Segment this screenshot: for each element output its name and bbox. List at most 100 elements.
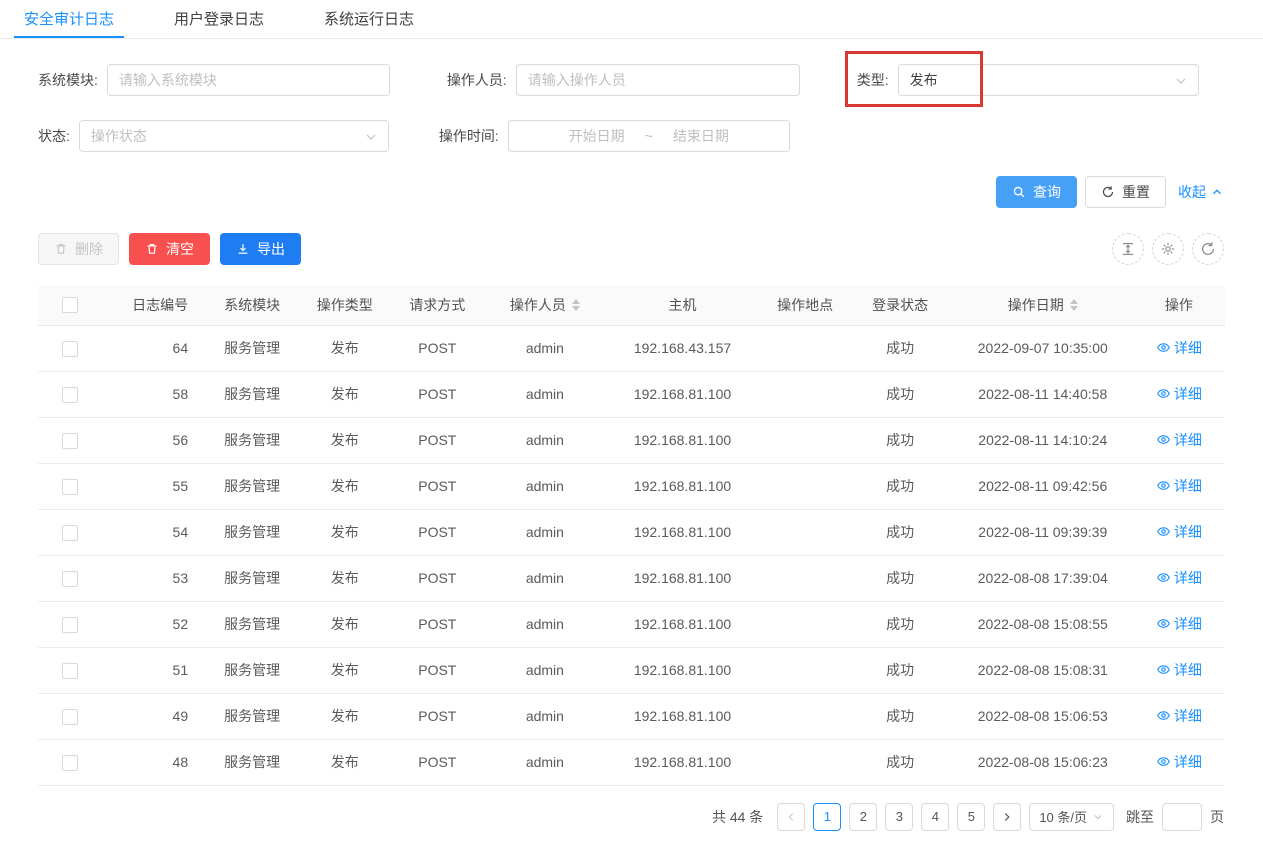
page-button[interactable]: 3 [885,803,913,831]
prev-page-button[interactable] [777,803,805,831]
cell-host: 192.168.81.100 [602,509,762,555]
caret-up-down-icon[interactable] [1070,299,1078,311]
detail-link[interactable]: 详细 [1156,476,1202,496]
page-button[interactable]: 5 [957,803,985,831]
detail-link[interactable]: 详细 [1156,384,1202,404]
cell-host: 192.168.81.100 [602,693,762,739]
cell-location [763,693,848,739]
tab-system-run-log[interactable]: 系统运行日志 [314,0,424,38]
detail-link[interactable]: 详细 [1156,752,1202,772]
cell-location [763,417,848,463]
density-button[interactable] [1112,233,1144,265]
cell-operator: admin [487,693,602,739]
cell-log-id: 54 [102,509,202,555]
column-header-operator[interactable]: 操作人员 [510,295,580,315]
cell-host: 192.168.81.100 [602,555,762,601]
detail-link[interactable]: 详细 [1156,338,1202,358]
detail-link-label: 详细 [1174,706,1202,726]
cell-host: 192.168.81.100 [602,417,762,463]
operator-input[interactable] [516,64,800,96]
collapse-link[interactable]: 收起 [1178,182,1224,202]
row-checkbox[interactable] [62,525,78,541]
row-checkbox[interactable] [62,617,78,633]
detail-link[interactable]: 详细 [1156,430,1202,450]
table-row: 55 服务管理 发布 POST admin 192.168.81.100 成功 … [38,463,1225,509]
cell-module: 服务管理 [202,555,302,601]
cell-login-status: 成功 [848,463,953,509]
eye-icon [1156,340,1171,355]
eye-icon [1156,662,1171,677]
refresh-button[interactable] [1192,233,1224,265]
status-select-placeholder: 操作状态 [91,126,147,146]
row-checkbox[interactable] [62,709,78,725]
settings-button[interactable] [1152,233,1184,265]
row-checkbox[interactable] [62,755,78,771]
date-range-input[interactable]: 开始日期 ~ 结束日期 [508,120,790,152]
download-icon [236,242,250,256]
system-module-label: 系统模块: [38,70,98,90]
cell-module: 服务管理 [202,693,302,739]
row-checkbox[interactable] [62,341,78,357]
cell-method: POST [387,693,487,739]
page-button[interactable]: 4 [921,803,949,831]
row-checkbox[interactable] [62,387,78,403]
row-checkbox[interactable] [62,663,78,679]
filter-operator: 操作人员: [447,64,800,96]
cell-host: 192.168.81.100 [602,463,762,509]
cell-operator: admin [487,647,602,693]
cell-op-type: 发布 [302,371,387,417]
export-button[interactable]: 导出 [220,233,301,265]
cell-operator: admin [487,417,602,463]
cell-location [763,739,848,785]
next-page-button[interactable] [993,803,1021,831]
filter-actions: 查询 重置 收起 [0,176,1263,208]
table-body: 64 服务管理 发布 POST admin 192.168.43.157 成功 … [38,325,1225,785]
cell-operator: admin [487,371,602,417]
status-select[interactable]: 操作状态 [79,120,389,152]
type-select[interactable]: 发布 [898,64,1199,96]
delete-button[interactable]: 删除 [38,233,119,265]
page-button[interactable]: 2 [849,803,877,831]
jump-page-input[interactable] [1162,803,1202,831]
column-header-method: 请求方式 [409,297,465,313]
cell-operator: admin [487,463,602,509]
detail-link-label: 详细 [1174,568,1202,588]
cell-location [763,555,848,601]
cell-method: POST [387,647,487,693]
detail-link[interactable]: 详细 [1156,660,1202,680]
column-header-date[interactable]: 操作日期 [1008,295,1078,315]
detail-link[interactable]: 详细 [1156,522,1202,542]
row-checkbox[interactable] [62,433,78,449]
detail-link-label: 详细 [1174,614,1202,634]
row-checkbox[interactable] [62,571,78,587]
detail-link[interactable]: 详细 [1156,568,1202,588]
range-separator: ~ [645,128,653,144]
cell-log-id: 52 [102,601,202,647]
time-label: 操作时间: [439,126,499,146]
query-button[interactable]: 查询 [996,176,1077,208]
cell-method: POST [387,463,487,509]
reset-button[interactable]: 重置 [1085,176,1166,208]
system-module-input[interactable] [107,64,390,96]
total-count: 共 44 条 [712,807,763,827]
cell-op-type: 发布 [302,555,387,601]
row-checkbox[interactable] [62,479,78,495]
detail-link[interactable]: 详细 [1156,706,1202,726]
page-button[interactable]: 1 [813,803,841,831]
cell-op-type: 发布 [302,325,387,371]
cell-login-status: 成功 [848,739,953,785]
cell-location [763,325,848,371]
tab-security-audit-log[interactable]: 安全审计日志 [14,0,124,38]
column-header-location: 操作地点 [777,297,833,313]
clear-button[interactable]: 清空 [129,233,210,265]
select-all-checkbox[interactable] [62,297,78,313]
tab-user-login-log[interactable]: 用户登录日志 [164,0,274,38]
detail-link[interactable]: 详细 [1156,614,1202,634]
caret-up-down-icon[interactable] [572,299,580,311]
operator-label: 操作人员: [447,70,507,90]
page-size-select[interactable]: 10 条/页 [1029,803,1114,831]
eye-icon [1156,708,1171,723]
table-row: 54 服务管理 发布 POST admin 192.168.81.100 成功 … [38,509,1225,555]
log-table: 日志编号 系统模块 操作类型 请求方式 操作人员 主机 操作地点 登录状态 操作… [38,285,1225,786]
cell-operator: admin [487,325,602,371]
